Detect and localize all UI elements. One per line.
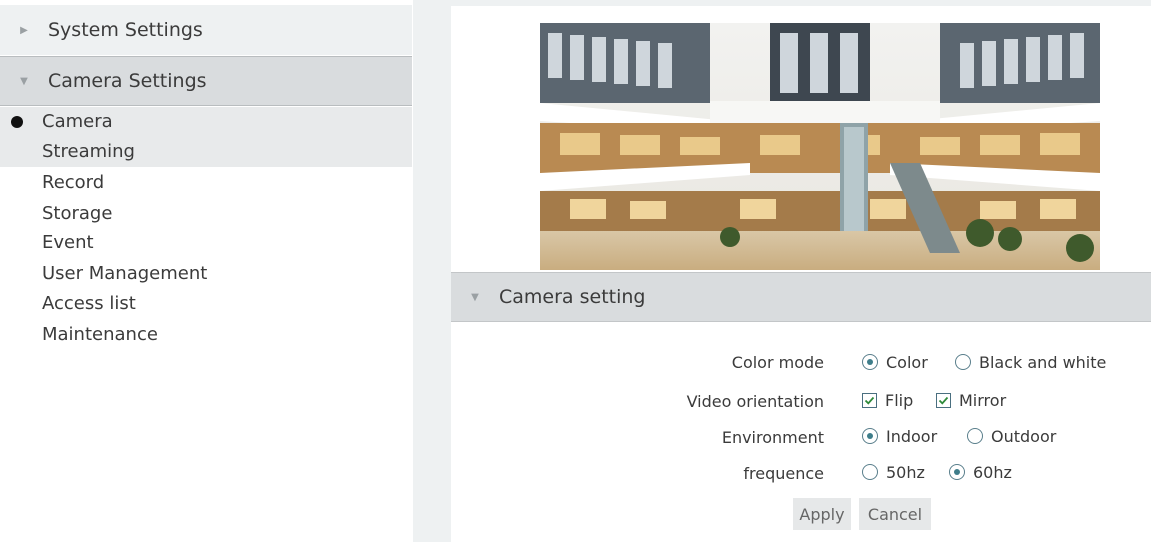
chevron-right-icon: ▶ [20,24,28,36]
sidebar-item-label: Camera [42,111,113,132]
radio-unchecked-icon [955,354,971,370]
camera-preview-image [540,23,1100,270]
sidebar-item-label: Maintenance [42,324,158,345]
section-system-settings[interactable]: ▶ System Settings [0,5,412,55]
camera-setting-header[interactable]: ▼ Camera setting [451,272,1151,322]
option-label: Mirror [959,390,1007,410]
indoor-radio[interactable]: Indoor [862,426,937,446]
frequence-label: frequence [743,464,824,483]
environment-label: Environment [721,428,824,447]
divider [451,0,1151,6]
chevron-down-icon: ▼ [20,75,28,87]
sidebar-item-user-management[interactable]: User Management [0,259,412,289]
bullet-icon [11,116,23,128]
option-label: Black and white [979,352,1107,372]
chevron-down-icon: ▼ [471,291,479,303]
color-mode-label: Color mode [731,353,824,372]
checkbox-checked-icon [862,392,877,408]
option-label: 60hz [973,462,1012,482]
panel-title: Camera setting [499,286,646,308]
60hz-radio[interactable]: 60hz [949,462,1012,482]
sidebar-item-label: User Management [42,263,208,284]
option-label: 50hz [886,462,925,482]
radio-unchecked-icon [862,464,878,480]
color-radio[interactable]: Color [862,352,928,372]
apply-button[interactable]: Apply [793,498,851,530]
black-and-white-radio[interactable]: Black and white [955,352,1106,372]
sidebar-item-label: Access list [42,293,136,314]
camera-preview [540,23,1100,270]
sidebar-item-label: Record [42,172,105,193]
outdoor-radio[interactable]: Outdoor [967,426,1056,446]
sidebar-item-access-list[interactable]: Access list [0,289,412,319]
sidebar-item-camera[interactable]: Camera [0,107,412,137]
sidebar-item-label: Storage [42,203,113,224]
sidebar-item-record[interactable]: Record [0,168,412,198]
sidebar-item-label: Event [42,232,94,253]
section-camera-settings[interactable]: ▼ Camera Settings [0,56,412,106]
sidebar-item-streaming[interactable]: Streaming [0,137,412,167]
sidebar-item-event[interactable]: Event [0,228,412,258]
mirror-checkbox[interactable]: Mirror [936,390,1006,410]
cancel-button[interactable]: Cancel [859,498,931,530]
section-label: System Settings [48,19,203,41]
option-label: Outdoor [991,426,1057,446]
sidebar-item-maintenance[interactable]: Maintenance [0,320,412,350]
radio-checked-icon [949,464,965,480]
option-label: Flip [885,390,914,410]
option-label: Color [886,352,928,372]
sidebar: ▶ System Settings ▼ Camera Settings Came… [0,0,413,542]
radio-checked-icon [862,428,878,444]
checkbox-checked-icon [936,392,951,408]
radio-unchecked-icon [967,428,983,444]
video-orientation-label: Video orientation [686,392,824,411]
sidebar-item-storage[interactable]: Storage [0,199,412,229]
flip-checkbox[interactable]: Flip [862,390,913,410]
50hz-radio[interactable]: 50hz [862,462,925,482]
sidebar-item-label: Streaming [42,141,135,162]
option-label: Indoor [886,426,938,446]
divider [413,0,451,542]
section-label: Camera Settings [48,70,207,92]
radio-checked-icon [862,354,878,370]
